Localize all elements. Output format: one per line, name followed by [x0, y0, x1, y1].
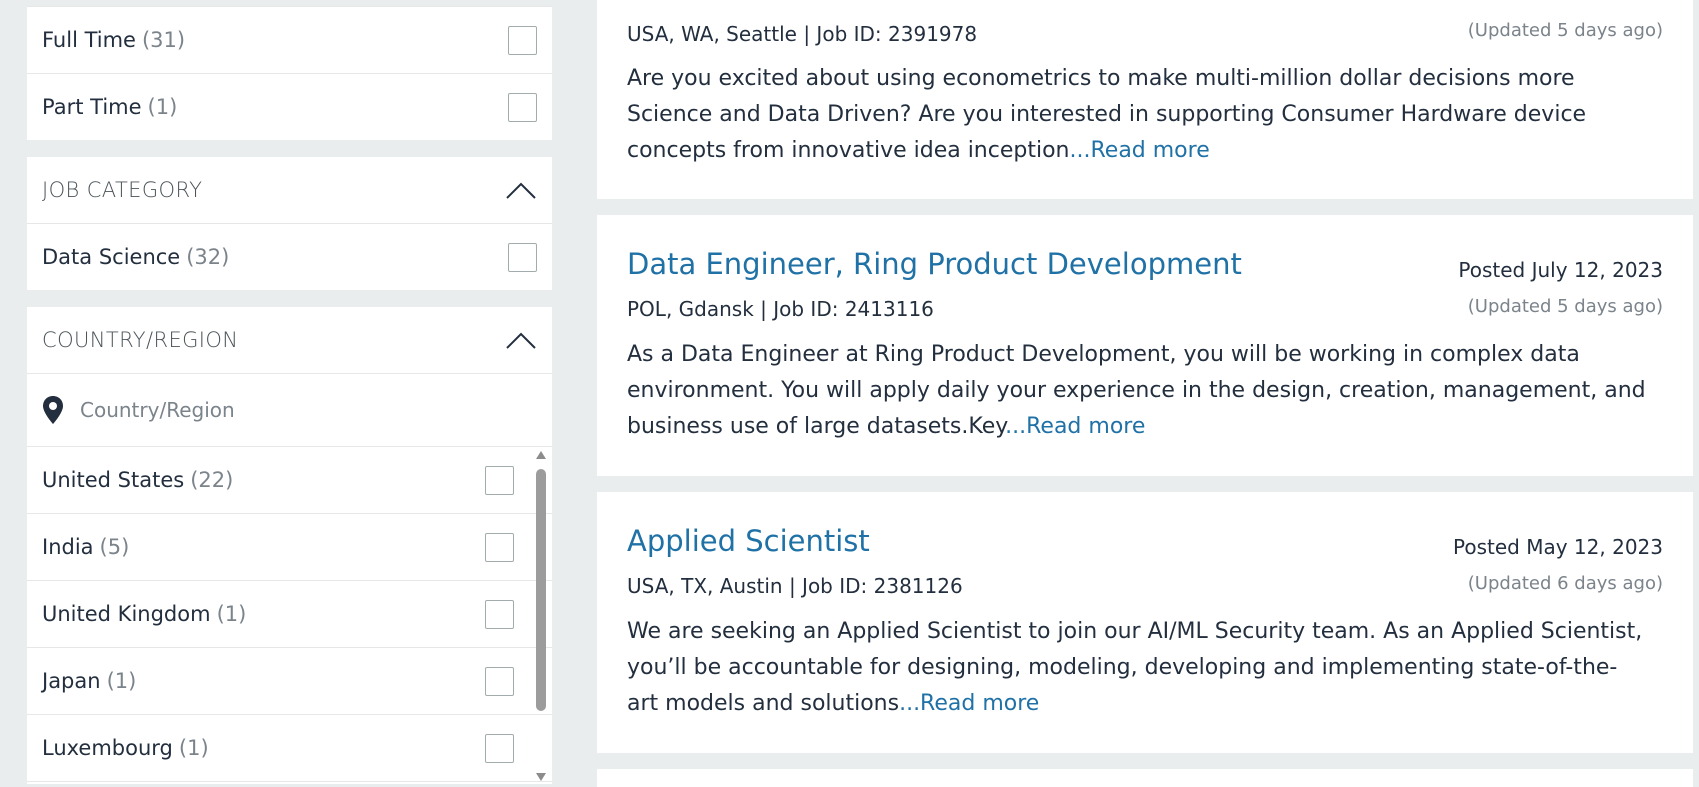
- job-category-panel: JOB CATEGORY Data Science (32): [27, 157, 552, 290]
- country-list-scrollbar[interactable]: [534, 449, 548, 783]
- job-description: Are you excited about using econometrics…: [627, 61, 1647, 169]
- filter-option-data-science[interactable]: Data Science (32): [27, 223, 552, 290]
- job-posted-date: Posted May 12, 2023: [1453, 535, 1663, 559]
- filter-option-india[interactable]: India (5): [27, 514, 552, 581]
- job-card: Applied Scientist Posted May 12, 2023 US…: [597, 492, 1693, 753]
- checkbox[interactable]: [485, 733, 514, 763]
- scroll-down-arrow-icon[interactable]: [536, 773, 546, 781]
- job-updated: (Updated 5 days ago): [1467, 296, 1663, 317]
- checkbox[interactable]: [508, 25, 537, 55]
- read-more-link[interactable]: ...Read more: [1070, 138, 1210, 163]
- panel-title: COUNTRY/REGION: [42, 328, 239, 352]
- country-search-field[interactable]: Country/Region: [27, 373, 552, 446]
- filter-option-count: (31): [141, 28, 186, 52]
- filter-option-label: United Kingdom: [42, 602, 211, 626]
- filter-option-count: (1): [216, 602, 247, 626]
- filter-option-label: Full Time: [42, 28, 136, 52]
- filter-option-luxembourg[interactable]: Luxembourg (1): [27, 715, 552, 782]
- job-category-header[interactable]: JOB CATEGORY: [27, 157, 552, 223]
- filter-option-count: (22): [190, 468, 234, 492]
- country-region-panel: COUNTRY/REGION Country/Region United Sta…: [27, 307, 552, 784]
- job-description-text: We are seeking an Applied Scientist to j…: [627, 619, 1643, 716]
- checkbox[interactable]: [508, 92, 537, 122]
- filter-option-label: Luxembourg: [42, 736, 173, 760]
- country-list: United States (22) India (5) United Kingdo…: [27, 446, 552, 784]
- job-location-id: USA, WA, Seattle | Job ID: 2391978: [627, 22, 978, 46]
- filter-option-label: United States: [42, 468, 185, 492]
- job-description: As a Data Engineer at Ring Product Devel…: [627, 337, 1647, 445]
- job-card: (Updated 5 days ago) USA, WA, Seattle | …: [597, 0, 1693, 199]
- filter-option-label: Part Time: [42, 95, 142, 119]
- checkbox[interactable]: [485, 465, 514, 495]
- job-card: Data Engineer, Ring Product Development …: [597, 215, 1693, 476]
- checkbox[interactable]: [485, 532, 514, 562]
- job-posted-date: Posted July 12, 2023: [1458, 258, 1663, 282]
- job-card: [597, 769, 1693, 787]
- country-region-header[interactable]: COUNTRY/REGION: [27, 307, 552, 373]
- filter-option-label: India: [42, 535, 94, 559]
- panel-title: JOB CATEGORY: [42, 178, 203, 202]
- checkbox[interactable]: [508, 242, 537, 272]
- job-updated: (Updated 5 days ago): [1467, 20, 1663, 41]
- job-title-link[interactable]: Data Engineer, Ring Product Development: [627, 247, 1242, 281]
- filter-option-united-states[interactable]: United States (22): [27, 447, 552, 514]
- chevron-up-icon[interactable]: [505, 330, 537, 350]
- job-description: We are seeking an Applied Scientist to j…: [627, 614, 1647, 722]
- job-location-id: POL, Gdansk | Job ID: 2413116: [627, 297, 934, 321]
- read-more-link[interactable]: ...Read more: [1005, 414, 1145, 439]
- filter-option-united-kingdom[interactable]: United Kingdom (1): [27, 581, 552, 648]
- checkbox[interactable]: [485, 599, 514, 629]
- filter-option-count: (1): [147, 95, 178, 119]
- filter-option-part-time[interactable]: Part Time (1): [27, 73, 552, 140]
- read-more-link[interactable]: ...Read more: [899, 691, 1039, 716]
- filter-option-count: (32): [186, 245, 230, 269]
- map-pin-icon: [43, 396, 63, 424]
- scroll-up-arrow-icon[interactable]: [536, 451, 546, 459]
- job-location-id: USA, TX, Austin | Job ID: 2381126: [627, 574, 963, 598]
- chevron-up-icon[interactable]: [505, 180, 537, 200]
- checkbox[interactable]: [485, 666, 514, 696]
- scroll-thumb[interactable]: [536, 469, 546, 711]
- filter-option-label: Japan: [42, 669, 101, 693]
- job-updated: (Updated 6 days ago): [1467, 573, 1663, 594]
- filter-option-count: (5): [99, 535, 130, 559]
- filter-option-count: (1): [106, 669, 137, 693]
- job-type-panel: Full Time (31) Part Time (1): [27, 6, 552, 140]
- filter-option-japan[interactable]: Japan (1): [27, 648, 552, 715]
- job-title-link[interactable]: Applied Scientist: [627, 524, 870, 558]
- country-search-placeholder: Country/Region: [80, 398, 235, 422]
- filter-option-label: Data Science: [42, 245, 181, 269]
- filter-option-count: (1): [178, 736, 209, 760]
- filter-option-full-time[interactable]: Full Time (31): [27, 6, 552, 73]
